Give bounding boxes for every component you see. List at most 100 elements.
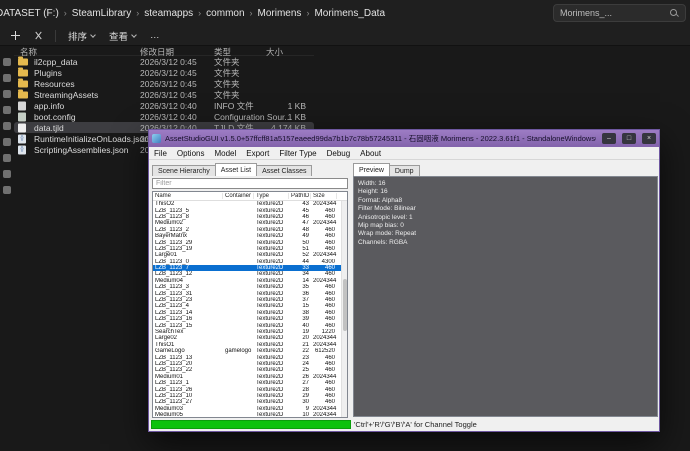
sort-button[interactable]: 排序 <box>63 28 100 44</box>
column-asset-type[interactable]: Type <box>254 193 289 199</box>
info-line: Height: 16 <box>358 188 388 196</box>
minimize-button[interactable]: – <box>602 133 616 144</box>
more-button[interactable]: … <box>145 28 165 44</box>
nav-shortcut-icon[interactable] <box>3 154 11 162</box>
assetstudio-window: AssetStudioGUI v1.5.0+57ffcff81a5157eaee… <box>148 129 660 432</box>
cut-button[interactable] <box>29 28 48 44</box>
asset-type: Texture2D <box>256 405 284 412</box>
breadcrumb-item-morimens[interactable]: Morimens <box>256 8 304 19</box>
asset-type: Texture2D <box>256 335 284 342</box>
tab-scene-hierarchy[interactable]: Scene Hierarchy <box>152 165 216 176</box>
nav-shortcut-icon[interactable] <box>3 186 11 194</box>
breadcrumb-item-common[interactable]: common <box>204 8 246 19</box>
asset-size: 460 <box>324 290 335 297</box>
nav-shortcut-icon[interactable] <box>3 74 11 82</box>
file-date: 2026/3/12 0:45 <box>140 67 197 78</box>
column-asset-size[interactable]: Size <box>311 193 337 199</box>
nav-shortcut-icon[interactable] <box>3 122 11 130</box>
asset-type: Texture2D <box>256 265 284 272</box>
file-date: 2026/3/12 0:40 <box>140 100 197 111</box>
menu-debug[interactable]: Debug <box>322 149 356 158</box>
chevron-right-icon: › <box>249 8 253 18</box>
menu-model[interactable]: Model <box>209 149 241 158</box>
asset-type: Texture2D <box>256 290 284 297</box>
file-row[interactable]: Resources 2026/3/12 0:45 文件夹 <box>14 78 314 89</box>
column-container[interactable]: Container <box>223 193 254 199</box>
scrollbar[interactable] <box>341 201 347 417</box>
menu-options[interactable]: Options <box>172 149 210 158</box>
asset-size: 1220 <box>321 329 335 335</box>
asset-pathid: 45 <box>302 207 309 214</box>
search-box[interactable]: Morimens_... <box>553 4 686 22</box>
assetstudio-titlebar[interactable]: AssetStudioGUI v1.5.0+57ffcff81a5157eaee… <box>149 130 659 147</box>
asset-pathid: 26 <box>302 373 309 380</box>
file-row[interactable]: Plugins 2026/3/12 0:45 文件夹 <box>14 67 314 78</box>
asset-name: LZB_1123_1 <box>155 380 189 387</box>
asset-size: 460 <box>324 239 335 246</box>
asset-type: Texture2D <box>256 213 284 220</box>
breadcrumb-item-steamapps[interactable]: steamapps <box>142 8 195 19</box>
menu-filter-type[interactable]: Filter Type <box>274 149 321 158</box>
filter-input[interactable] <box>152 178 348 189</box>
file-row[interactable]: app.info 2026/3/12 0:40 INFO 文件 1 KB <box>14 100 314 111</box>
breadcrumb-item-morimens-data[interactable]: Morimens_Data <box>312 8 387 19</box>
folder-icon <box>18 67 28 76</box>
asset-size: 4300 <box>321 258 335 265</box>
file-row[interactable]: boot.config 2026/3/12 0:40 Configuration S… <box>14 111 314 122</box>
asset-type: Texture2D <box>256 329 284 335</box>
close-button[interactable]: × <box>642 133 656 144</box>
asset-size: 460 <box>324 354 335 361</box>
menu-export[interactable]: Export <box>241 149 274 158</box>
file-row[interactable]: il2cpp_data 2026/3/12 0:45 文件夹 <box>14 56 314 67</box>
nav-shortcut-icon[interactable] <box>3 58 11 66</box>
asset-size: 460 <box>324 386 335 393</box>
info-line: Channels: RGBA <box>358 238 408 246</box>
chevron-down-icon <box>90 31 96 38</box>
file-name: boot.config <box>34 111 76 122</box>
asset-type: Texture2D <box>256 348 284 355</box>
asset-row[interactable]: GameLogo gamelogo Texture2D 22 612520 <box>153 348 341 354</box>
asset-name: LZB_1123_4 <box>155 303 189 310</box>
asset-pathid: 52 <box>302 252 309 259</box>
nav-shortcut-icon[interactable] <box>3 90 11 98</box>
config-file-icon <box>18 112 26 121</box>
file-name: il2cpp_data <box>34 56 78 67</box>
tab-preview[interactable]: Preview <box>353 163 390 176</box>
column-pathid[interactable]: PathID <box>289 193 311 199</box>
asset-pathid: 49 <box>302 233 309 240</box>
scrollbar-thumb[interactable] <box>343 279 347 331</box>
menu-about[interactable]: About <box>355 149 386 158</box>
file-row[interactable]: StreamingAssets 2026/3/12 0:45 文件夹 <box>14 89 314 100</box>
asset-type: Texture2D <box>256 360 284 367</box>
info-line: Width: 16 <box>358 180 386 187</box>
tab-asset-list[interactable]: Asset List <box>214 163 258 176</box>
asset-pathid: 35 <box>302 284 309 291</box>
tab-asset-classes[interactable]: Asset Classes <box>256 165 313 176</box>
asset-size: 460 <box>324 213 335 220</box>
asset-size: 2024344 <box>313 405 337 412</box>
maximize-button[interactable]: □ <box>622 133 636 144</box>
chevron-right-icon: › <box>63 8 67 18</box>
asset-row[interactable]: Medium05 Texture2D 10 2024344 <box>153 412 341 417</box>
column-asset-name[interactable]: Name <box>153 193 223 199</box>
asset-name: Medium02 <box>155 220 184 227</box>
view-button[interactable]: 查看 <box>104 28 141 44</box>
info-line: Wrap mode: Repeat <box>358 230 417 238</box>
asset-pathid: 33 <box>302 265 309 272</box>
asset-type: Texture2D <box>256 207 284 214</box>
menu-file[interactable]: File <box>149 149 172 158</box>
folder-icon <box>18 89 28 98</box>
json-file-icon <box>18 134 26 143</box>
asset-pathid: 29 <box>302 392 309 399</box>
nav-shortcut-icon[interactable] <box>3 138 11 146</box>
nav-shortcut-icon[interactable] <box>3 170 11 178</box>
breadcrumb-item-steamlibrary[interactable]: SteamLibrary <box>70 8 133 19</box>
asset-type: Texture2D <box>256 271 284 278</box>
asset-pathid: 37 <box>302 297 309 304</box>
tab-dump[interactable]: Dump <box>388 165 420 176</box>
asset-pathid: 36 <box>302 290 309 297</box>
window-title: AssetStudioGUI v1.5.0+57ffcff81a5157eaee… <box>165 134 596 143</box>
asset-type: Texture2D <box>256 239 284 246</box>
nav-shortcut-icon[interactable] <box>3 106 11 114</box>
asset-size: 2024344 <box>313 252 337 259</box>
